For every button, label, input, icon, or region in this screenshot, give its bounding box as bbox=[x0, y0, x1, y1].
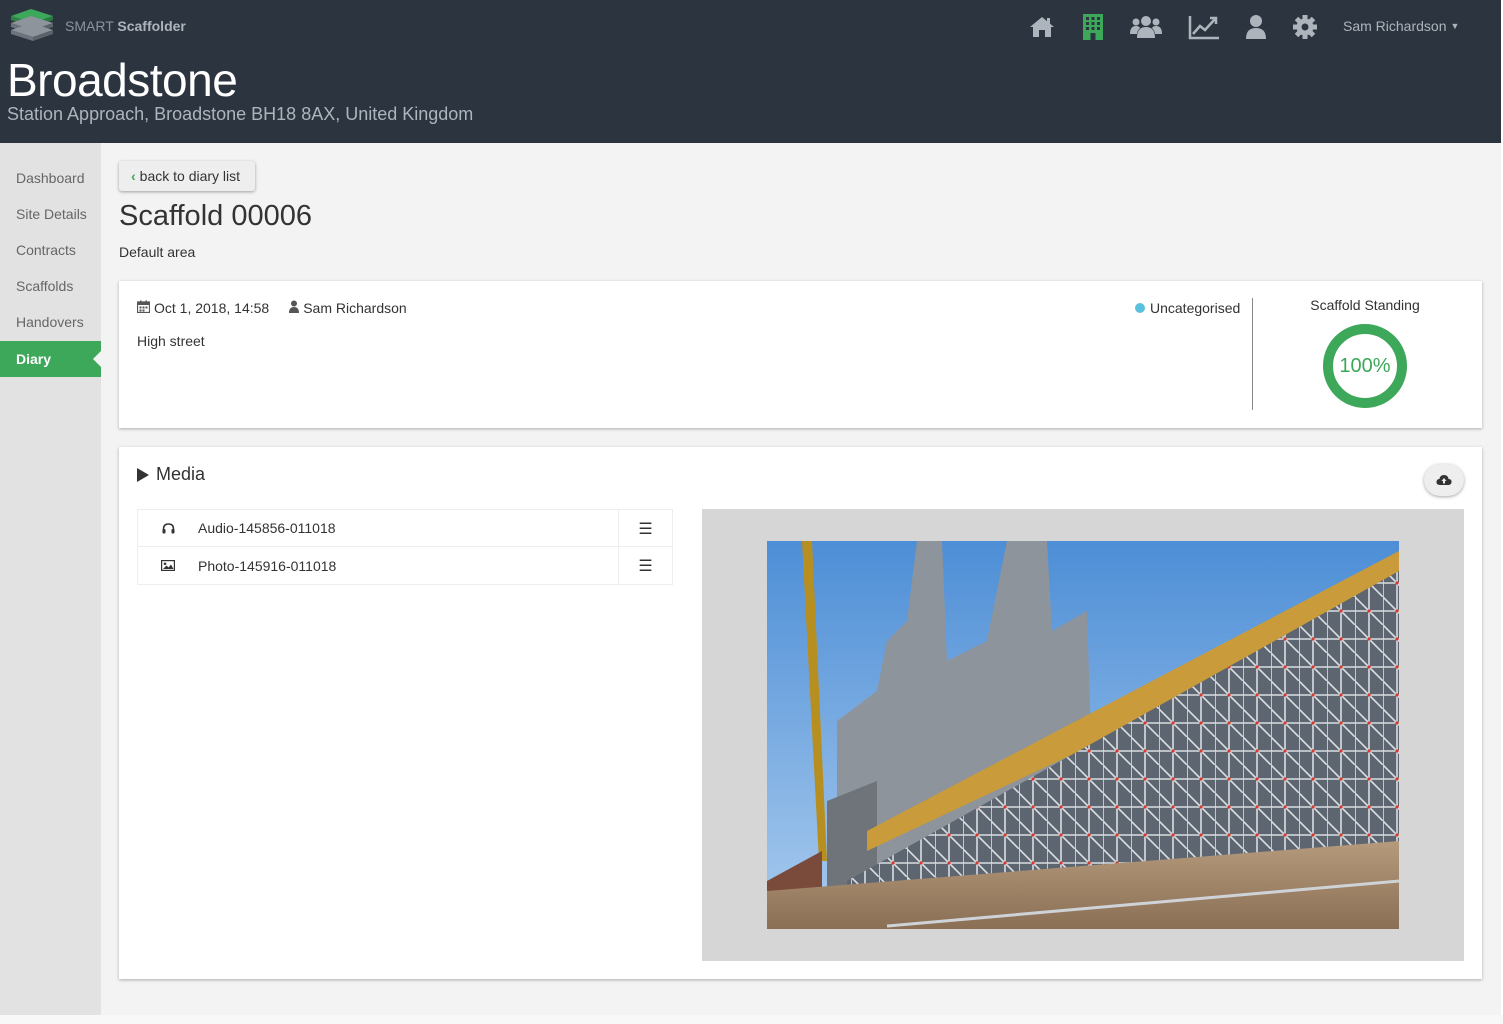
users-icon[interactable] bbox=[1130, 12, 1162, 42]
sidebar-item-contracts[interactable]: Contracts bbox=[0, 232, 101, 268]
list-item[interactable]: Audio-145856-011018 ☰ bbox=[138, 510, 672, 547]
page-title: Scaffold 00006 bbox=[119, 200, 312, 232]
sidebar-item-diary[interactable]: Diary bbox=[0, 341, 101, 377]
media-file-list: Audio-145856-011018 ☰ Photo-145916-01101… bbox=[137, 509, 673, 585]
entry-author: Sam Richardson bbox=[303, 300, 407, 316]
sidebar-item-scaffolds[interactable]: Scaffolds bbox=[0, 268, 101, 304]
diary-entry-card: Oct 1, 2018, 14:58 Sam Richardson High s… bbox=[119, 281, 1482, 428]
user-icon[interactable] bbox=[1240, 12, 1272, 42]
chart-line-icon[interactable] bbox=[1188, 12, 1220, 42]
footer-strip bbox=[0, 1015, 1503, 1024]
gauge-title: Scaffold Standing bbox=[1310, 297, 1420, 313]
list-item[interactable]: Photo-145916-011018 ☰ bbox=[138, 547, 672, 584]
hamburger-menu-icon[interactable]: ☰ bbox=[618, 547, 672, 584]
headphones-icon bbox=[138, 522, 198, 534]
user-menu-dropdown[interactable]: Sam Richardson ▼ bbox=[1343, 18, 1459, 34]
category-label: Uncategorised bbox=[1135, 300, 1240, 316]
top-header: SMART Scaffolder Broadstone Station Appr… bbox=[0, 0, 1501, 143]
entry-location: High street bbox=[137, 333, 205, 349]
divider bbox=[1252, 298, 1253, 410]
site-address: Station Approach, Broadstone BH18 8AX, U… bbox=[7, 104, 474, 124]
gauge-value: 100% bbox=[1339, 355, 1391, 377]
cloud-upload-button[interactable] bbox=[1424, 464, 1464, 496]
sidebar-item-dashboard[interactable]: Dashboard bbox=[0, 160, 101, 196]
category-text: Uncategorised bbox=[1150, 300, 1241, 316]
media-title: Media bbox=[156, 464, 206, 484]
user-icon bbox=[289, 300, 300, 316]
home-icon[interactable] bbox=[1026, 12, 1058, 42]
sidebar: Dashboard Site Details Contracts Scaffol… bbox=[0, 143, 101, 1015]
media-toggle[interactable]: Media bbox=[137, 464, 205, 485]
caret-down-icon: ▼ bbox=[1450, 21, 1460, 31]
back-to-diary-button[interactable]: ‹ back to diary list bbox=[119, 161, 255, 191]
cloud-upload-icon bbox=[1436, 475, 1452, 485]
chevron-left-icon: ‹ bbox=[131, 168, 136, 184]
gear-icon[interactable] bbox=[1289, 12, 1321, 42]
entry-date: Oct 1, 2018, 14:58 bbox=[154, 300, 270, 316]
entry-meta: Oct 1, 2018, 14:58 Sam Richardson bbox=[136, 300, 407, 316]
brand-name: SMART Scaffolder bbox=[65, 18, 186, 34]
media-card: Media Audio-145856-011018 ☰ Photo-145916… bbox=[119, 447, 1482, 979]
triangle-right-icon bbox=[137, 467, 149, 482]
calendar-icon bbox=[136, 300, 151, 316]
file-name: Photo-145916-011018 bbox=[198, 557, 337, 574]
user-name: Sam Richardson bbox=[1343, 18, 1447, 34]
scaffold-photo[interactable] bbox=[767, 541, 1399, 929]
file-name: Audio-145856-011018 bbox=[198, 520, 336, 536]
media-preview bbox=[702, 509, 1464, 961]
sidebar-item-site-details[interactable]: Site Details bbox=[0, 196, 101, 232]
building-icon[interactable] bbox=[1077, 12, 1109, 42]
sidebar-item-handovers[interactable]: Handovers bbox=[0, 304, 101, 340]
page-subtitle: Default area bbox=[119, 244, 196, 260]
logo-icon[interactable] bbox=[7, 7, 57, 43]
category-dot-icon bbox=[1135, 303, 1145, 313]
image-icon bbox=[138, 560, 198, 571]
site-title: Broadstone bbox=[7, 54, 238, 106]
hamburger-menu-icon[interactable]: ☰ bbox=[618, 510, 672, 547]
back-button-label: back to diary list bbox=[139, 168, 241, 184]
